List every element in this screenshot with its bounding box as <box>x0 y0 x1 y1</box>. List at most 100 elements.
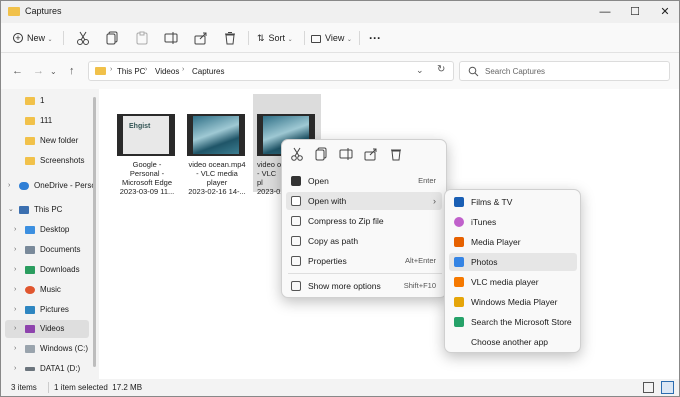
sidebar-item-documents[interactable]: › Documents <box>1 241 91 259</box>
breadcrumb-videos[interactable]: Videos <box>155 67 179 76</box>
up-icon[interactable]: ↑ <box>69 65 75 77</box>
search-placeholder: Search Captures <box>485 67 546 76</box>
sidebar-item-new-folder[interactable]: New folder <box>1 132 91 150</box>
folder-icon <box>8 7 20 16</box>
forward-icon[interactable]: → <box>33 65 44 77</box>
sidebar-item-music[interactable]: › Music <box>1 281 91 299</box>
context-menu: Open Enter Open with › Compress to Zip fil… <box>281 139 447 298</box>
copy-icon[interactable] <box>313 146 329 162</box>
chevron-down-icon: ⌄ <box>47 37 53 43</box>
open-with-icon <box>291 196 301 206</box>
divider <box>63 31 64 45</box>
folder-icon <box>95 67 106 75</box>
share-icon[interactable] <box>193 30 209 46</box>
sort-button[interactable]: ⇅ Sort ⌄ <box>257 30 293 46</box>
menu-item-open[interactable]: Open Enter <box>286 172 442 190</box>
sidebar-item-this-pc[interactable]: ⌄ This PC <box>1 201 91 219</box>
chevron-down-icon: ⌄ <box>8 206 14 213</box>
minimize-button[interactable]: — <box>595 4 615 20</box>
maximize-button[interactable]: ☐ <box>625 4 645 20</box>
refresh-icon[interactable]: ↻ <box>437 64 445 75</box>
itunes-icon <box>454 217 464 227</box>
delete-icon[interactable] <box>388 146 404 162</box>
file-tile[interactable]: Ehgist Google - Personal - Microsoft Edge 2… <box>113 94 181 196</box>
sidebar-item-data1-d[interactable]: › DATA1 (D:) <box>1 360 91 378</box>
open-with-submenu: Films & TV iTunes Media Player Photos VL… <box>444 189 581 353</box>
cloud-icon <box>19 182 29 190</box>
app-windows-media-player[interactable]: Windows Media Player <box>449 293 577 311</box>
menu-item-copy-as-path[interactable]: Copy as path <box>286 232 442 250</box>
more-options-button[interactable]: ··· <box>369 30 381 46</box>
sidebar-item-1[interactable]: 1 <box>1 92 91 110</box>
music-icon <box>25 286 35 294</box>
chevron-down-icon[interactable]: ⌄ <box>416 65 424 76</box>
search-icon <box>468 66 479 77</box>
copy-path-icon <box>291 236 301 246</box>
chevron-right-icon: › <box>433 196 436 206</box>
divider <box>359 31 360 45</box>
sidebar-item-onedrive[interactable]: › OneDrive - Perso <box>1 177 96 195</box>
selection-info: 1 item selected 17.2 MB <box>54 383 143 392</box>
search-input[interactable]: Search Captures <box>459 61 670 81</box>
chevron-right-icon: › <box>14 325 17 332</box>
rename-icon[interactable] <box>338 146 354 162</box>
drive-icon <box>25 367 35 371</box>
close-button[interactable]: ✕ <box>655 4 675 20</box>
menu-divider <box>288 273 442 274</box>
rename-icon[interactable] <box>163 30 179 46</box>
view-button[interactable]: View ⌄ <box>311 30 352 46</box>
sidebar-item-desktop[interactable]: › Desktop <box>1 221 91 239</box>
tiles-view-icon[interactable] <box>661 381 674 394</box>
play-icon <box>291 176 301 186</box>
sidebar-item-pictures[interactable]: › Pictures <box>1 301 91 319</box>
app-search-store[interactable]: Search the Microsoft Store <box>449 313 577 331</box>
sidebar-item-downloads[interactable]: › Downloads <box>1 261 91 279</box>
menu-item-show-more-options[interactable]: Show more options Shift+F10 <box>286 277 442 295</box>
cut-icon[interactable] <box>75 30 91 46</box>
menu-item-compress-zip[interactable]: Compress to Zip file <box>286 212 442 230</box>
breadcrumb-captures[interactable]: Captures <box>192 67 224 76</box>
sidebar-item-111[interactable]: 111 <box>1 112 91 130</box>
store-icon <box>454 317 464 327</box>
paste-icon[interactable] <box>134 30 150 46</box>
folder-icon <box>25 157 35 165</box>
plus-icon: + <box>13 33 23 43</box>
app-films-tv[interactable]: Films & TV <box>449 193 577 211</box>
sidebar-scrollbar[interactable] <box>93 97 96 367</box>
chevron-right-icon: › <box>182 66 185 73</box>
more-options-icon <box>291 281 301 291</box>
media-player-icon <box>454 237 464 247</box>
file-name: Google - Personal - Microsoft Edge 2023-03-… <box>119 160 175 196</box>
back-icon[interactable]: ← <box>12 65 23 77</box>
app-itunes[interactable]: iTunes <box>449 213 577 231</box>
details-view-icon[interactable] <box>643 382 654 393</box>
delete-icon[interactable] <box>222 30 238 46</box>
file-thumbnail <box>187 114 245 156</box>
app-photos[interactable]: Photos <box>449 253 577 271</box>
copy-icon[interactable] <box>104 30 120 46</box>
breadcrumb-this-pc[interactable]: This PC <box>117 67 145 76</box>
sidebar-item-videos[interactable]: › Videos <box>5 320 89 338</box>
app-media-player[interactable]: Media Player <box>449 233 577 251</box>
films-tv-icon <box>454 197 464 207</box>
documents-icon <box>25 246 35 254</box>
file-tile[interactable]: video ocean.mp4- VLC media player 2023-02-… <box>183 94 251 196</box>
choose-another-app[interactable]: Choose another app <box>449 333 577 351</box>
status-bar: 3 items 1 item selected 17.2 MB <box>1 379 679 396</box>
address-bar[interactable]: › This PC › Videos › Captures ⌄ ↻ <box>88 61 454 81</box>
cut-icon[interactable] <box>289 146 305 162</box>
new-button[interactable]: + New ⌄ <box>13 30 53 46</box>
sidebar-item-windows-c[interactable]: › Windows (C:) <box>1 340 91 358</box>
sort-icon: ⇅ <box>257 33 265 43</box>
recent-chevron-icon[interactable]: ⌄ <box>50 67 57 76</box>
window-title: Captures <box>25 6 62 16</box>
divider <box>248 31 249 45</box>
drive-icon <box>25 345 35 353</box>
sidebar-item-screenshots[interactable]: Screenshots <box>1 152 91 170</box>
divider <box>48 382 49 393</box>
navigation-pane: 1 111 New folder Screenshots › OneDrive -… <box>1 89 96 379</box>
share-icon[interactable] <box>363 146 379 162</box>
menu-item-properties[interactable]: Properties Alt+Enter <box>286 252 442 270</box>
menu-item-open-with[interactable]: Open with › <box>286 192 442 210</box>
app-vlc[interactable]: VLC media player <box>449 273 577 291</box>
